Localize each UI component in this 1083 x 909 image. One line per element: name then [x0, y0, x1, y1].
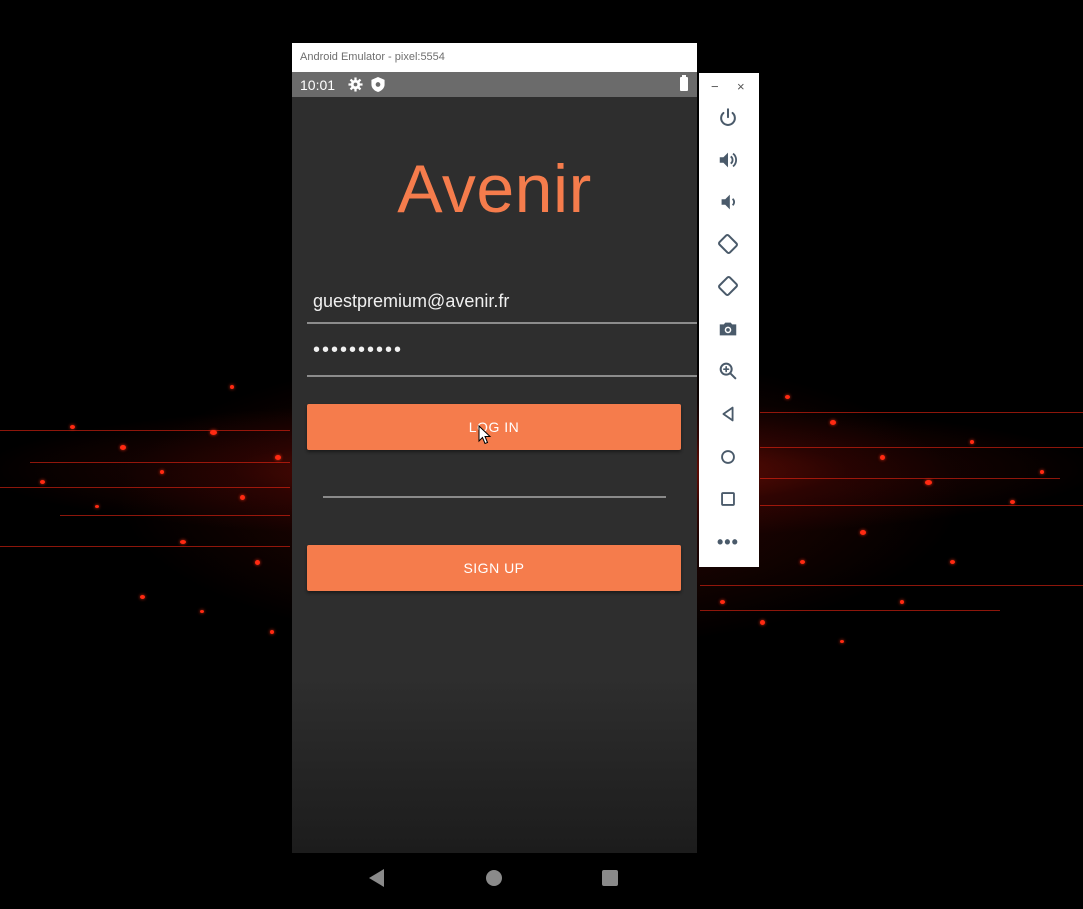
overview-button[interactable]	[715, 486, 741, 512]
nav-home-icon[interactable]	[486, 870, 502, 886]
zoom-button[interactable]	[715, 358, 741, 384]
overview-icon	[721, 492, 735, 506]
power-button[interactable]	[715, 105, 741, 131]
rotate-right-icon	[718, 276, 738, 296]
home-button[interactable]	[715, 444, 741, 470]
window-title: Android Emulator - pixel:5554	[300, 51, 445, 63]
login-button[interactable]: LOG IN	[307, 404, 681, 450]
volume-down-button[interactable]	[715, 189, 741, 215]
app-screen: Avenir guestpremium@avenir.fr ••••••••••…	[292, 97, 697, 853]
nav-back-icon[interactable]	[369, 869, 384, 887]
signup-button[interactable]: SIGN UP	[307, 545, 681, 591]
zoom-icon	[719, 362, 737, 380]
back-icon	[722, 406, 734, 422]
emulator-titlebar[interactable]: Android Emulator - pixel:5554	[292, 43, 697, 72]
power-icon	[720, 108, 736, 126]
login-label: LOG IN	[468, 419, 520, 435]
gear-icon	[348, 77, 363, 92]
navigation-bar	[292, 853, 697, 905]
volume-up-icon	[719, 152, 737, 168]
close-button[interactable]: ×	[737, 79, 745, 94]
signup-label: SIGN UP	[463, 560, 525, 576]
camera-icon	[719, 322, 737, 336]
minimize-button[interactable]: −	[711, 79, 719, 94]
battery-icon	[680, 75, 688, 91]
camera-button[interactable]	[715, 316, 741, 342]
home-icon	[721, 450, 735, 464]
divider	[323, 496, 666, 498]
app-logo: Avenir	[397, 151, 592, 227]
email-field[interactable]: guestpremium@avenir.fr	[307, 279, 697, 324]
emulator-toolbar: − × •••	[699, 73, 759, 567]
status-bar: 10:01	[292, 72, 697, 97]
volume-down-icon	[721, 194, 735, 210]
password-mask: ••••••••••	[313, 339, 404, 361]
emulator-window: Android Emulator - pixel:5554 10:01 Aven…	[292, 43, 697, 905]
status-time: 10:01	[300, 77, 336, 93]
volume-up-button[interactable]	[715, 147, 741, 173]
more-icon[interactable]: •••	[717, 532, 739, 553]
rotate-left-icon	[718, 234, 738, 254]
email-value: guestpremium@avenir.fr	[313, 291, 510, 311]
password-field[interactable]: ••••••••••	[307, 332, 697, 377]
rotate-right-button[interactable]	[715, 273, 741, 299]
mouse-cursor-icon	[478, 425, 492, 445]
nav-recents-icon[interactable]	[602, 870, 618, 886]
shield-icon	[371, 77, 385, 92]
back-button[interactable]	[715, 401, 741, 427]
rotate-left-button[interactable]	[715, 231, 741, 257]
